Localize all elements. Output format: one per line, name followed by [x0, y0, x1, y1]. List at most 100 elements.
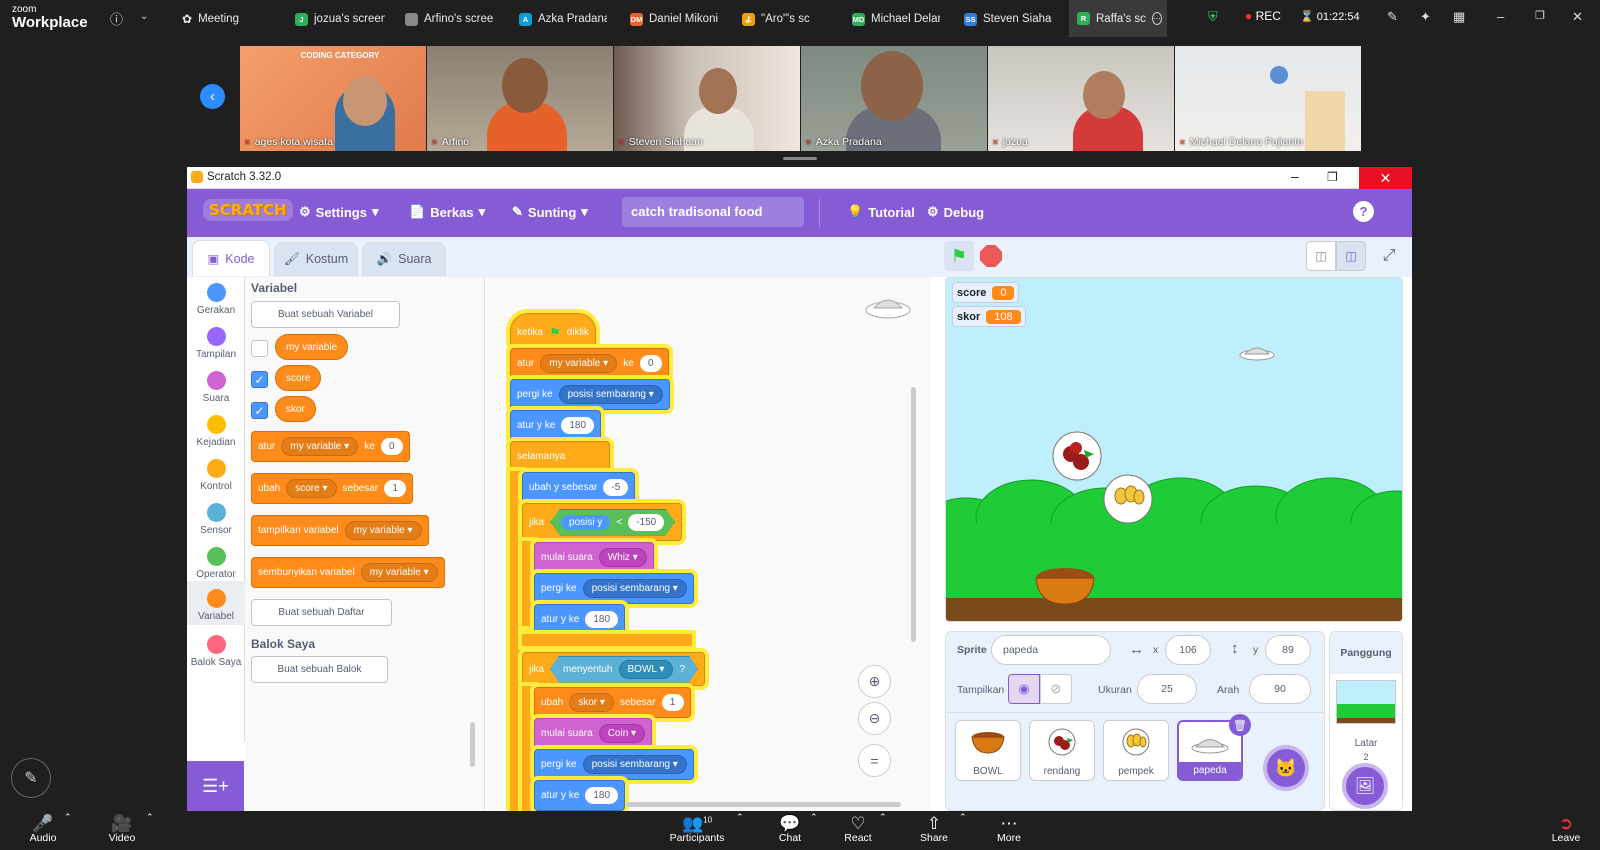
- sprite-tile-rendang[interactable]: rendang: [1029, 720, 1095, 781]
- audio-button[interactable]: 🎤 Audio: [28, 814, 58, 844]
- view-icon[interactable]: ▦: [1453, 9, 1465, 25]
- forever-block[interactable]: selamanya: [510, 441, 610, 472]
- palette-scrollbar[interactable]: [470, 722, 475, 767]
- annotate-floating-button[interactable]: ✎: [11, 758, 51, 798]
- less-than-operator[interactable]: posisi y < -150: [550, 508, 676, 536]
- tab-costumes[interactable]: 🖌 Kostum: [274, 242, 358, 276]
- category-events[interactable]: Kejadian: [187, 409, 245, 448]
- info-icon[interactable]: ⓘ: [110, 9, 123, 28]
- script-stack[interactable]: ketika⚑diklik aturmy variableke0 pergi k…: [510, 291, 710, 811]
- normal-stage-button[interactable]: ◫: [1336, 241, 1366, 271]
- sprite-tile-bowl[interactable]: BOWL: [955, 720, 1021, 781]
- goto-block[interactable]: pergi ke posisi sembarang: [534, 749, 694, 780]
- sparkle-icon[interactable]: ✦: [1420, 9, 1431, 25]
- play-sound-block[interactable]: mulai suara Coin: [534, 718, 653, 749]
- make-block-button[interactable]: Buat sebuah Balok: [251, 656, 388, 683]
- sprite-tile-papeda[interactable]: papeda 🗑: [1177, 714, 1251, 781]
- debug-button[interactable]: ⚙ Debug: [927, 204, 984, 220]
- reporter-score[interactable]: score: [275, 365, 322, 391]
- close-icon[interactable]: ✕: [1572, 9, 1583, 25]
- share-options-caret[interactable]: ⌃: [959, 812, 967, 823]
- if-block[interactable]: jika menyentuhBOWL?: [522, 652, 705, 686]
- video-thumb[interactable]: Arfino: [427, 46, 613, 151]
- edit-menu[interactable]: ✎ Sunting ▾: [512, 204, 588, 220]
- tab-arfino-screen[interactable]: Arfino's screen: [405, 9, 493, 29]
- more-icon[interactable]: ⋯: [1151, 12, 1162, 25]
- zoom-out-button[interactable]: ⊖: [858, 702, 891, 735]
- y-input[interactable]: 89: [1265, 635, 1311, 665]
- hide-sprite-button[interactable]: ⊘: [1040, 674, 1072, 704]
- close-button[interactable]: ✕: [1359, 167, 1412, 189]
- tab-code[interactable]: ▣ Kode: [192, 240, 270, 276]
- category-sound[interactable]: Suara: [187, 365, 245, 404]
- extension-button[interactable]: ☰+: [187, 761, 244, 811]
- category-motion[interactable]: Gerakan: [187, 277, 245, 316]
- x-input[interactable]: 106: [1165, 635, 1211, 665]
- checkbox-my-variable[interactable]: [251, 340, 268, 357]
- leave-button[interactable]: ➲ Leave: [1546, 814, 1586, 844]
- tab-jozua-screen[interactable]: Jjozua's screen: [295, 9, 385, 29]
- share-button[interactable]: ⇧ Share: [919, 814, 949, 844]
- set-variable-block[interactable]: aturmy variableke0: [510, 348, 669, 379]
- video-thumb[interactable]: Azka Pradana: [801, 46, 987, 151]
- video-thumb[interactable]: CODING CATEGORY ages kota wisata: [240, 46, 426, 151]
- choose-sprite-button[interactable]: 🐱: [1263, 745, 1309, 791]
- tutorial-button[interactable]: 💡 Tutorial: [847, 204, 915, 220]
- video-thumb[interactable]: Michael Delano Pujianto: [1175, 46, 1361, 151]
- minimize-icon[interactable]: –: [1497, 9, 1504, 24]
- category-control[interactable]: Kontrol: [187, 453, 245, 492]
- sprite-name-input[interactable]: papeda: [991, 635, 1111, 665]
- small-stage-button[interactable]: ◫: [1306, 241, 1336, 271]
- restore-icon[interactable]: ❐: [1327, 170, 1338, 184]
- when-flag-clicked-block[interactable]: ketika ⚑ diklik: [510, 313, 597, 346]
- green-flag-button[interactable]: ⚑: [944, 241, 974, 271]
- video-options-caret[interactable]: ⌃: [146, 812, 154, 823]
- goto-block[interactable]: pergi ke posisi sembarang: [510, 379, 670, 410]
- code-vscrollbar[interactable]: [911, 387, 916, 642]
- make-list-button[interactable]: Buat sebuah Daftar: [251, 599, 392, 626]
- play-sound-block[interactable]: mulai suara Whiz: [534, 542, 654, 573]
- more-button[interactable]: ⋯ More: [994, 814, 1024, 844]
- chat-options-caret[interactable]: ⌃: [810, 812, 818, 823]
- zoom-reset-button[interactable]: =: [858, 744, 891, 777]
- make-variable-button[interactable]: Buat sebuah Variabel: [251, 301, 400, 328]
- annotate-icon[interactable]: ✎: [1387, 9, 1398, 25]
- change-variable-block[interactable]: ubahskorsebesar1: [534, 687, 691, 718]
- zoom-in-button[interactable]: ⊕: [858, 665, 891, 698]
- resize-handle[interactable]: [783, 157, 817, 160]
- stage-selector[interactable]: Panggung Latar 2 🖼: [1329, 631, 1403, 811]
- reporter-my-variable[interactable]: my variable: [275, 334, 349, 360]
- delete-sprite-button[interactable]: 🗑: [1229, 714, 1251, 736]
- tab-sounds[interactable]: 🔊 Suara: [362, 242, 446, 276]
- set-variable-block[interactable]: aturmy variableke0: [251, 431, 410, 462]
- category-looks[interactable]: Tampilan: [187, 321, 245, 360]
- choose-backdrop-button[interactable]: 🖼: [1342, 763, 1388, 809]
- react-options-caret[interactable]: ⌃: [879, 812, 887, 823]
- category-sensing[interactable]: Sensor: [187, 497, 245, 536]
- chevron-down-icon[interactable]: ⌄: [140, 11, 148, 22]
- participants-button[interactable]: 👥10 Participants: [669, 814, 725, 844]
- set-y-block[interactable]: atur y ke 180: [534, 780, 626, 811]
- code-hscrollbar[interactable]: [626, 802, 901, 807]
- change-y-block[interactable]: ubah y sebesar -5: [522, 472, 636, 503]
- fullscreen-button[interactable]: ⤢: [1374, 241, 1404, 271]
- goto-block[interactable]: pergi ke posisi sembarang: [534, 573, 694, 604]
- video-button[interactable]: 🎥 Video: [107, 814, 137, 844]
- set-y-block[interactable]: atur y ke 180: [510, 410, 602, 441]
- reporter-skor[interactable]: skor: [275, 396, 316, 422]
- category-myblocks[interactable]: Balok Saya: [187, 629, 245, 668]
- rec-indicator[interactable]: ● REC: [1245, 9, 1281, 23]
- project-title-input[interactable]: catch tradisonal food: [622, 197, 804, 227]
- if-block[interactable]: jika posisi y < -150: [522, 503, 683, 541]
- video-thumb[interactable]: jozua: [988, 46, 1174, 151]
- checkbox-score[interactable]: ✓: [251, 371, 268, 388]
- help-icon[interactable]: ?: [1353, 201, 1374, 222]
- tab-meeting[interactable]: ✿ Meeting: [182, 9, 264, 29]
- chat-button[interactable]: 💬 Chat: [775, 814, 805, 844]
- react-button[interactable]: ♡ React: [842, 814, 874, 844]
- tab-daniel-screen[interactable]: DM Daniel Mikoni: [630, 9, 718, 29]
- tab-raffa-screen[interactable]: R Raffa's sc ⋯: [1069, 0, 1167, 37]
- settings-menu[interactable]: ⚙ Settings ▾: [299, 204, 378, 220]
- touching-sensor[interactable]: menyentuhBOWL?: [550, 655, 698, 683]
- sprite-tile-pempek[interactable]: pempek: [1103, 720, 1169, 781]
